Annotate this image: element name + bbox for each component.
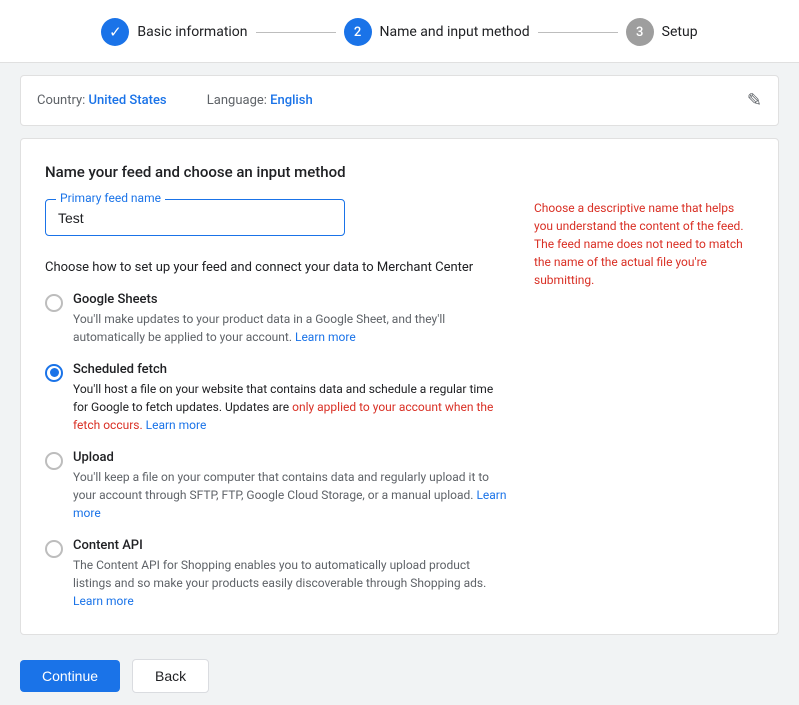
radio-desc-upload: You'll keep a file on your computer that…: [73, 468, 510, 522]
step-3-circle: 3: [626, 18, 654, 46]
upload-desc-text: You'll keep a file on your computer that…: [73, 470, 489, 502]
bottom-bar: Continue Back: [0, 647, 799, 705]
google-sheets-desc-text: You'll make updates to your product data…: [73, 312, 445, 344]
step-2-label: Name and input method: [380, 24, 530, 40]
checkmark-icon: ✓: [109, 23, 122, 41]
radio-title-scheduled-fetch: Scheduled fetch: [73, 362, 510, 377]
card-left: Primary feed name Choose how to set up y…: [45, 199, 510, 610]
info-bar-text: Country: United States Language: English: [37, 93, 313, 108]
radio-scheduled-fetch[interactable]: [45, 364, 63, 382]
card-body: Primary feed name Choose how to set up y…: [45, 199, 754, 610]
radio-item-upload[interactable]: Upload You'll keep a file on your comput…: [45, 450, 510, 522]
radio-content-api[interactable]: [45, 540, 63, 558]
radio-desc-content-api: The Content API for Shopping enables you…: [73, 556, 510, 610]
country-value: United States: [89, 93, 167, 108]
radio-content-scheduled-fetch: Scheduled fetch You'll host a file on yo…: [73, 362, 510, 434]
step-1-circle: ✓: [101, 18, 129, 46]
edit-icon[interactable]: ✎: [747, 90, 762, 111]
radio-title-content-api: Content API: [73, 538, 510, 553]
step-connector-1: [256, 32, 336, 33]
radio-title-google-sheets: Google Sheets: [73, 292, 510, 307]
radio-upload[interactable]: [45, 452, 63, 470]
feed-name-label: Primary feed name: [56, 191, 165, 205]
back-button[interactable]: Back: [132, 659, 209, 693]
radio-content-upload: Upload You'll keep a file on your comput…: [73, 450, 510, 522]
step-3-number: 3: [636, 25, 643, 40]
step-3-label: Setup: [662, 24, 698, 40]
radio-desc-google-sheets: You'll make updates to your product data…: [73, 310, 510, 346]
content-api-desc-text: The Content API for Shopping enables you…: [73, 558, 486, 590]
continue-button[interactable]: Continue: [20, 660, 120, 692]
step-name-input: 2 Name and input method: [344, 18, 530, 46]
radio-desc-scheduled-fetch: You'll host a file on your website that …: [73, 380, 510, 434]
language-value: English: [270, 93, 313, 108]
country-label: Country:: [37, 93, 85, 108]
radio-content-google-sheets: Google Sheets You'll make updates to you…: [73, 292, 510, 346]
card-hint: Choose a descriptive name that helps you…: [534, 199, 754, 610]
radio-content-content-api: Content API The Content API for Shopping…: [73, 538, 510, 610]
info-bar: Country: United States Language: English…: [20, 75, 779, 126]
content-api-learn-more[interactable]: Learn more: [73, 594, 134, 608]
radio-item-google-sheets[interactable]: Google Sheets You'll make updates to you…: [45, 292, 510, 346]
main-card: Name your feed and choose an input metho…: [20, 138, 779, 635]
step-2-number: 2: [354, 25, 361, 40]
scheduled-fetch-learn-more[interactable]: Learn more: [146, 418, 207, 432]
step-setup: 3 Setup: [626, 18, 698, 46]
radio-item-scheduled-fetch[interactable]: Scheduled fetch You'll host a file on yo…: [45, 362, 510, 434]
language-label: Language:: [207, 93, 267, 108]
radio-item-content-api[interactable]: Content API The Content API for Shopping…: [45, 538, 510, 610]
step-basic-info: ✓ Basic information: [101, 18, 247, 46]
feed-name-input[interactable]: [58, 210, 332, 226]
input-method-radio-group: Google Sheets You'll make updates to you…: [45, 292, 510, 610]
feed-name-field[interactable]: Primary feed name: [45, 199, 345, 236]
connect-label: Choose how to set up your feed and conne…: [45, 258, 510, 278]
step-connector-2: [538, 32, 618, 33]
radio-title-upload: Upload: [73, 450, 510, 465]
card-title: Name your feed and choose an input metho…: [45, 163, 754, 181]
info-separator: [182, 93, 192, 108]
step-1-label: Basic information: [137, 24, 247, 40]
stepper: ✓ Basic information 2 Name and input met…: [0, 0, 799, 63]
step-2-circle: 2: [344, 18, 372, 46]
radio-google-sheets[interactable]: [45, 294, 63, 312]
google-sheets-learn-more[interactable]: Learn more: [295, 330, 356, 344]
